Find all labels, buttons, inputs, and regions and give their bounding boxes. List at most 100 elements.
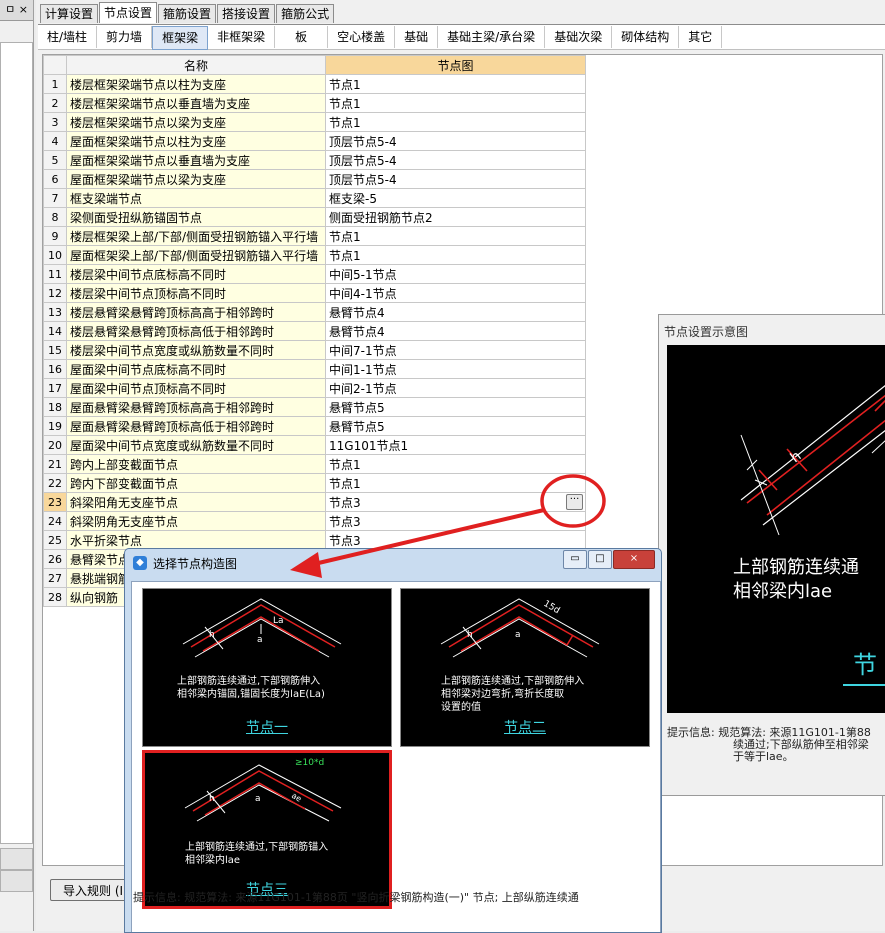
node-option-card-3[interactable]: h a ≥10*d ae 上部钢筋连续通过,下部钢筋锚入 相邻梁内lae 节点三 [142, 750, 392, 909]
top-tab-1[interactable]: 计算设置 [40, 4, 99, 23]
row-node-cell[interactable]: 顶层节点5-4 [325, 131, 586, 151]
table-row[interactable]: 5 屋面框架梁端节点以垂直墙为支座 顶层节点5-4 [43, 150, 586, 170]
row-name-cell[interactable]: 屋面框架梁端节点以垂直墙为支座 [66, 150, 326, 170]
row-name-cell[interactable]: 楼层悬臂梁悬臂跨顶标高低于相邻跨时 [66, 321, 326, 341]
row-name-cell[interactable]: 屋面梁中间节点宽度或纵筋数量不同时 [66, 435, 326, 455]
table-row[interactable]: 10 屋面框架梁上部/下部/侧面受扭钢筋锚入平行墙 节点1 [43, 245, 586, 265]
row-node-cell[interactable]: 悬臂节点5 [325, 416, 586, 436]
row-name-cell[interactable]: 屋面框架梁上部/下部/侧面受扭钢筋锚入平行墙 [66, 245, 326, 265]
panel-header-controls[interactable]: ㅁ × [0, 0, 33, 21]
row-node-cell[interactable]: 中间1-1节点 [325, 359, 586, 379]
minimize-button[interactable]: ▭ [563, 550, 587, 569]
sub-tab-9[interactable]: 基础次梁 [545, 26, 613, 48]
row-node-cell[interactable]: 顶层节点5-4 [325, 150, 586, 170]
maximize-button[interactable]: □ [588, 550, 612, 569]
table-row[interactable]: 22 跨内下部变截面节点 节点1 [43, 473, 586, 493]
table-row[interactable]: 18 屋面悬臂梁悬臂跨顶标高高于相邻跨时 悬臂节点5 [43, 397, 586, 417]
row-node-cell[interactable]: 节点1 [325, 226, 586, 246]
row-node-cell[interactable]: 中间2-1节点 [325, 378, 586, 398]
row-name-cell[interactable]: 楼层框架梁端节点以垂直墙为支座 [66, 93, 326, 113]
row-node-cell[interactable]: 中间7-1节点 [325, 340, 586, 360]
row-name-cell[interactable]: 屋面悬臂梁悬臂跨顶标高低于相邻跨时 [66, 416, 326, 436]
top-tab-3[interactable]: 箍筋设置 [158, 4, 217, 23]
table-row[interactable]: 16 屋面梁中间节点底标高不同时 中间1-1节点 [43, 359, 586, 379]
row-node-cell[interactable]: 节点1 [325, 454, 586, 474]
sub-tab-1[interactable]: 柱/墙柱 [38, 26, 98, 48]
table-row[interactable]: 12 楼层梁中间节点顶标高不同时 中间4-1节点 [43, 283, 586, 303]
import-rules-button[interactable]: 导入规则 (I [50, 879, 130, 901]
table-row[interactable]: 6 屋面框架梁端节点以梁为支座 顶层节点5-4 [43, 169, 586, 189]
table-row[interactable]: 25 水平折梁节点 节点3 [43, 530, 586, 550]
node-option-card-1[interactable]: h a La 上部钢筋连续通过,下部钢筋伸入 相邻梁内锚固,锚固长度为laE(L… [142, 588, 392, 747]
row-node-cell[interactable]: 节点1 [325, 93, 586, 113]
row-name-cell[interactable]: 楼层框架梁上部/下部/侧面受扭钢筋锚入平行墙 [66, 226, 326, 246]
row-name-cell[interactable]: 屋面梁中间节点底标高不同时 [66, 359, 326, 379]
sub-tab-4[interactable]: 非框架梁 [208, 26, 276, 48]
sub-tab-5[interactable]: 板 [275, 26, 329, 48]
sub-tab-3[interactable]: 框架梁 [152, 26, 209, 50]
row-name-cell[interactable]: 斜梁阴角无支座节点 [66, 511, 326, 531]
table-row[interactable]: 14 楼层悬臂梁悬臂跨顶标高低于相邻跨时 悬臂节点4 [43, 321, 586, 341]
card1-caption[interactable]: 节点一 [143, 717, 391, 737]
table-row[interactable]: 8 梁侧面受扭纵筋锚固节点 侧面受扭钢筋节点2 [43, 207, 586, 227]
row-name-cell[interactable]: 屋面框架梁端节点以梁为支座 [66, 169, 326, 189]
table-row[interactable]: 3 楼层框架梁端节点以梁为支座 节点1 [43, 112, 586, 132]
row-name-cell[interactable]: 楼层悬臂梁悬臂跨顶标高高于相邻跨时 [66, 302, 326, 322]
row-name-cell[interactable]: 楼层梁中间节点宽度或纵筋数量不同时 [66, 340, 326, 360]
table-row[interactable]: 7 框支梁端节点 框支梁-5 [43, 188, 586, 208]
card2-caption[interactable]: 节点二 [401, 717, 649, 737]
sub-tab-8[interactable]: 基础主梁/承台梁 [438, 26, 546, 48]
row-node-cell[interactable]: 11G101节点1 [325, 435, 586, 455]
top-tab-2[interactable]: 节点设置 [99, 2, 158, 23]
sub-tab-6[interactable]: 空心楼盖 [328, 26, 396, 48]
node-option-card-2[interactable]: h a 15d 上部钢筋连续通过,下部钢筋伸入 相邻梁对边弯折,弯折长度取 设置… [400, 588, 650, 747]
row-name-cell[interactable]: 楼层框架梁端节点以柱为支座 [66, 74, 326, 94]
table-row[interactable]: 1 楼层框架梁端节点以柱为支座 节点1 [43, 74, 586, 94]
row-node-cell[interactable]: 侧面受扭钢筋节点2 [325, 207, 586, 227]
name-column-header[interactable]: 名称 [66, 55, 326, 75]
table-row[interactable]: 13 楼层悬臂梁悬臂跨顶标高高于相邻跨时 悬臂节点4 [43, 302, 586, 322]
row-node-cell[interactable]: 中间5-1节点 [325, 264, 586, 284]
sub-tab-11[interactable]: 其它 [679, 26, 723, 48]
row-node-cell[interactable]: 框支梁-5 [325, 188, 586, 208]
row-node-cell[interactable]: 节点3 ··· [325, 492, 586, 512]
row-name-cell[interactable]: 跨内上部变截面节点 [66, 454, 326, 474]
top-tab-5[interactable]: 箍筋公式 [276, 4, 335, 23]
table-row[interactable]: 24 斜梁阴角无支座节点 节点3 [43, 511, 586, 531]
row-name-cell[interactable]: 水平折梁节点 [66, 530, 326, 550]
row-node-cell[interactable]: 节点1 [325, 473, 586, 493]
sub-tab-2[interactable]: 剪力墙 [97, 26, 153, 48]
table-row[interactable]: 21 跨内上部变截面节点 节点1 [43, 454, 586, 474]
node-column-header[interactable]: 节点图 [325, 55, 586, 75]
sub-tab-7[interactable]: 基础 [395, 26, 439, 48]
row-name-cell[interactable]: 楼层框架梁端节点以梁为支座 [66, 112, 326, 132]
row-name-cell[interactable]: 斜梁阳角无支座节点 [66, 492, 326, 512]
row-name-cell[interactable]: 屋面框架梁端节点以柱为支座 [66, 131, 326, 151]
table-row[interactable]: 2 楼层框架梁端节点以垂直墙为支座 节点1 [43, 93, 586, 113]
table-row[interactable]: 23 斜梁阳角无支座节点 节点3 ··· [43, 492, 586, 512]
table-row[interactable]: 15 楼层梁中间节点宽度或纵筋数量不同时 中间7-1节点 [43, 340, 586, 360]
row-node-cell[interactable]: 节点1 [325, 74, 586, 94]
row-node-cell[interactable]: 节点3 [325, 530, 586, 550]
row-name-cell[interactable]: 屋面悬臂梁悬臂跨顶标高高于相邻跨时 [66, 397, 326, 417]
table-row[interactable]: 19 屋面悬臂梁悬臂跨顶标高低于相邻跨时 悬臂节点5 [43, 416, 586, 436]
row-node-cell[interactable]: 节点1 [325, 245, 586, 265]
table-row[interactable]: 17 屋面梁中间节点顶标高不同时 中间2-1节点 [43, 378, 586, 398]
table-row[interactable]: 4 屋面框架梁端节点以柱为支座 顶层节点5-4 [43, 131, 586, 151]
table-row[interactable]: 11 楼层梁中间节点底标高不同时 中间5-1节点 [43, 264, 586, 284]
table-row[interactable]: 20 屋面梁中间节点宽度或纵筋数量不同时 11G101节点1 [43, 435, 586, 455]
top-tab-4[interactable]: 搭接设置 [217, 4, 276, 23]
row-node-cell[interactable]: 中间4-1节点 [325, 283, 586, 303]
table-row[interactable]: 9 楼层框架梁上部/下部/侧面受扭钢筋锚入平行墙 节点1 [43, 226, 586, 246]
close-button[interactable]: × [613, 550, 655, 569]
row-node-cell[interactable]: 悬臂节点5 [325, 397, 586, 417]
row-name-cell[interactable]: 框支梁端节点 [66, 188, 326, 208]
row-name-cell[interactable]: 屋面梁中间节点顶标高不同时 [66, 378, 326, 398]
row-node-cell[interactable]: 悬臂节点4 [325, 321, 586, 341]
sub-tab-10[interactable]: 砌体结构 [612, 26, 680, 48]
row-name-cell[interactable]: 楼层梁中间节点顶标高不同时 [66, 283, 326, 303]
row-name-cell[interactable]: 梁侧面受扭纵筋锚固节点 [66, 207, 326, 227]
row-node-cell[interactable]: 节点3 [325, 511, 586, 531]
row-name-cell[interactable]: 楼层梁中间节点底标高不同时 [66, 264, 326, 284]
ellipsis-button[interactable]: ··· [566, 494, 583, 510]
